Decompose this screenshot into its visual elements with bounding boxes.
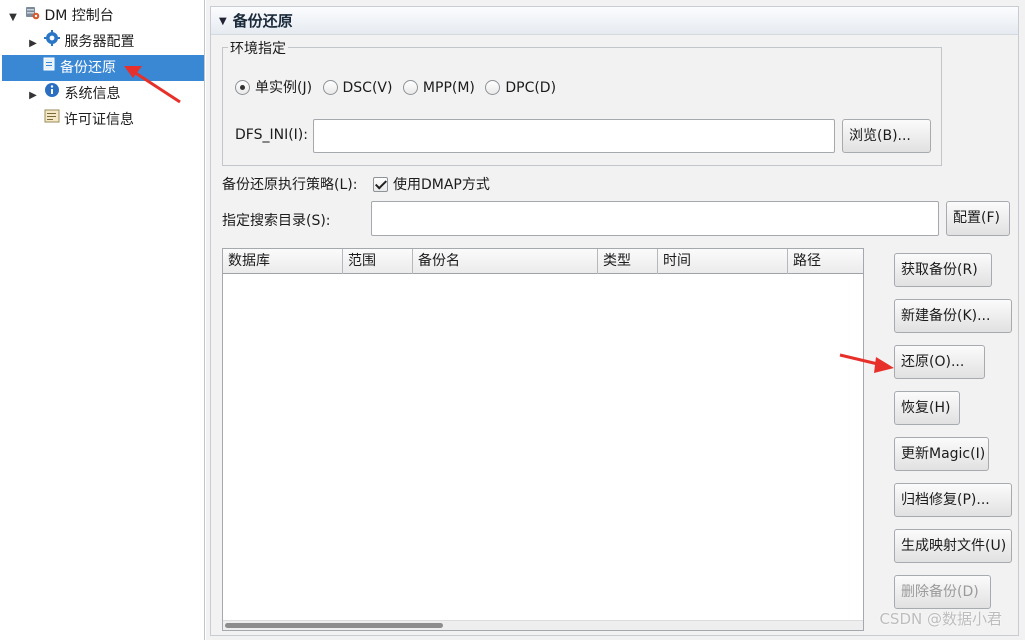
archive-repair-button[interactable]: 归档修复(P)... <box>894 483 1012 517</box>
radio-dsc[interactable]: DSC(V) <box>322 78 393 98</box>
delete-backup-button: 删除备份(D) <box>894 575 991 609</box>
collapse-triangle-icon[interactable]: ▼ <box>219 8 227 36</box>
radio-label: 单实例(J) <box>255 80 313 96</box>
radio-mpp[interactable]: MPP(M) <box>402 78 475 98</box>
restore-button[interactable]: 还原(O)... <box>894 345 985 379</box>
section-title: 备份还原 <box>232 12 293 30</box>
browse-button[interactable]: 浏览(B)... <box>842 119 931 153</box>
strategy-label: 备份还原执行策略(L): <box>222 177 358 193</box>
expand-arrow-icon[interactable]: ▶ <box>26 83 40 109</box>
radio-label: MPP(M) <box>422 80 475 96</box>
column-header-type[interactable]: 类型 <box>598 249 658 274</box>
column-header-path[interactable]: 路径 <box>788 249 863 274</box>
config-button[interactable]: 配置(F) <box>946 201 1010 236</box>
environment-legend: 环境指定 <box>228 38 288 58</box>
column-header-scope[interactable]: 范围 <box>343 249 413 274</box>
tree-item-label: 备份还原 <box>60 60 116 76</box>
new-backup-button[interactable]: 新建备份(K)... <box>894 299 1012 333</box>
annotation-arrow-icon <box>839 353 894 373</box>
search-dir-label: 指定搜索目录(S): <box>222 213 331 229</box>
environment-group: 环境指定 单实例(J) DSC(V) MPP(M) DPC(D) DFS_INI… <box>222 38 942 166</box>
watermark: CSDN @数据小君 <box>879 610 1002 628</box>
dfs-ini-input[interactable] <box>313 119 835 153</box>
update-magic-button[interactable]: 更新Magic(I) <box>894 437 989 471</box>
panel-frame: ▼ 备份还原 环境指定 单实例(J) DSC(V) MPP(M) DPC(D) D… <box>210 6 1019 636</box>
license-document-icon <box>44 107 60 133</box>
annotation-arrow-icon <box>124 66 181 104</box>
table-header: 数据库 范围 备份名 类型 时间 路径 <box>223 249 863 274</box>
recover-button[interactable]: 恢复(H) <box>894 391 960 425</box>
column-header-backup-name[interactable]: 备份名 <box>413 249 598 274</box>
generate-mapping-file-button[interactable]: 生成映射文件(U) <box>894 529 1012 563</box>
radio-label: DSC(V) <box>342 80 393 96</box>
radio-single-instance[interactable]: 单实例(J) <box>235 78 312 98</box>
gear-icon <box>44 29 61 55</box>
search-dir-input[interactable] <box>371 201 939 236</box>
horizontal-scrollbar[interactable] <box>223 620 863 630</box>
navigation-tree: ▼ DM 控制台 ▶ 服务器配置 备份还原 ▶ 系统信息 许可证信息 <box>0 0 205 640</box>
tree-root-label: DM 控制台 <box>44 8 114 24</box>
backup-restore-panel: ▼ 备份还原 环境指定 单实例(J) DSC(V) MPP(M) DPC(D) D… <box>206 0 1025 640</box>
radio-label: DPC(D) <box>505 80 557 96</box>
tree-item-label: 系统信息 <box>64 86 121 102</box>
tree-item-license-info[interactable]: 许可证信息 <box>44 107 134 133</box>
database-gear-icon <box>24 3 40 29</box>
radio-unchecked-icon[interactable] <box>322 80 338 95</box>
radio-checked-icon[interactable] <box>235 80 250 95</box>
radio-unchecked-icon[interactable] <box>485 80 501 95</box>
expand-arrow-icon[interactable]: ▶ <box>26 31 40 57</box>
expand-toggle-icon[interactable]: ▼ <box>6 5 20 31</box>
dfs-ini-label: DFS_INI(I): <box>235 127 308 143</box>
section-header[interactable]: ▼ 备份还原 <box>211 7 1018 35</box>
info-icon <box>44 81 60 107</box>
radio-unchecked-icon[interactable] <box>402 80 418 95</box>
backup-document-icon <box>42 55 56 81</box>
column-header-database[interactable]: 数据库 <box>223 249 343 274</box>
tree-item-system-info[interactable]: ▶ 系统信息 <box>26 81 120 107</box>
column-header-time[interactable]: 时间 <box>658 249 788 274</box>
tree-root-dm-console[interactable]: ▼ DM 控制台 <box>6 3 114 29</box>
tree-item-server-config[interactable]: ▶ 服务器配置 <box>26 29 134 55</box>
tree-item-label: 服务器配置 <box>64 34 135 50</box>
dmap-checkbox[interactable] <box>373 177 388 192</box>
fetch-backup-button[interactable]: 获取备份(R) <box>894 253 992 287</box>
dmap-label: 使用DMAP方式 <box>393 177 490 193</box>
radio-dpc[interactable]: DPC(D) <box>485 78 556 98</box>
tree-item-label: 许可证信息 <box>64 112 134 128</box>
backup-table[interactable]: 数据库 范围 备份名 类型 时间 路径 <box>222 248 864 631</box>
dmap-checkbox-option[interactable]: 使用DMAP方式 <box>373 174 490 194</box>
environment-radio-group: 单实例(J) DSC(V) MPP(M) DPC(D) <box>235 78 562 98</box>
scrollbar-thumb[interactable] <box>225 623 443 628</box>
